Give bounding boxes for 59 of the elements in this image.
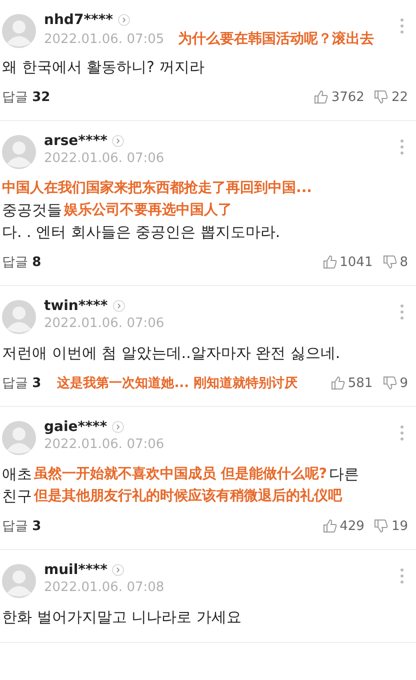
chevron-icon[interactable] — [112, 564, 124, 576]
dislike-button[interactable]: 22 — [374, 90, 408, 104]
thumbs-down-icon — [382, 376, 397, 390]
dislike-button[interactable]: 8 — [382, 254, 408, 270]
comment-text: 다. . 엔터 회사들은 중공인은 뽑지도마라. — [2, 222, 280, 243]
like-button[interactable]: 1041 — [322, 254, 373, 270]
thumbs-up-icon — [322, 519, 337, 533]
translation-note: 这是我第一次知道她... 刚知道就特别讨厌 — [57, 374, 298, 392]
translation-note: 虽然一开始就不喜欢中国成员 但是能做什么呢? — [34, 465, 327, 484]
comment-date: 2022.01.06. 07:08 — [44, 580, 164, 595]
comment-text: 중공것들 — [2, 200, 62, 221]
avatar-icon — [2, 421, 36, 455]
thumbs-up-icon — [314, 90, 328, 104]
more-icon[interactable] — [400, 568, 404, 584]
replies-link[interactable]: 답글 8 — [2, 253, 42, 271]
avatar-icon — [2, 300, 36, 334]
more-icon[interactable] — [400, 139, 404, 155]
thumbs-up-icon — [322, 255, 337, 269]
comment-date: 2022.01.06. 07:06 — [44, 151, 164, 166]
thumbs-down-icon — [382, 255, 397, 269]
avatar-icon — [2, 14, 36, 48]
username[interactable]: muil**** — [44, 562, 108, 578]
like-button[interactable]: 581 — [330, 376, 373, 390]
comment-text: 저런애 이번에 첨 알았는데..알자마자 완전 싫으네. — [2, 343, 340, 364]
comment-text: 왜 한국에서 활동하니? 꺼지라 — [2, 57, 204, 78]
translation-note: 为什么要在韩国活动呢？滚出去 — [178, 30, 374, 48]
comment-text: 친구 — [2, 486, 32, 507]
translation-note: 但是其他朋友行礼的时候应该有稍微退后的礼仪吧 — [34, 486, 342, 506]
like-button[interactable]: 429 — [322, 518, 364, 534]
comment-date: 2022.01.06. 07:06 — [44, 316, 164, 331]
replies-link[interactable]: 답글 3 — [2, 517, 42, 535]
chevron-icon[interactable] — [118, 14, 130, 26]
more-icon[interactable] — [400, 304, 404, 320]
more-icon[interactable] — [400, 425, 404, 441]
comment-date: 2022.01.06. 07:05 — [44, 32, 164, 46]
avatar-icon — [2, 564, 36, 598]
chevron-icon[interactable] — [112, 300, 125, 312]
avatar-icon — [2, 135, 36, 169]
comment-text: 애초 — [2, 464, 32, 485]
thumbs-down-icon — [374, 519, 388, 533]
replies-link[interactable]: 답글 32 — [2, 88, 50, 106]
dislike-button[interactable]: 9 — [382, 376, 408, 390]
username[interactable]: twin**** — [44, 298, 108, 314]
translation-note: 中国人在我们国家来把东西都抢走了再回到中国... — [2, 178, 312, 198]
chevron-icon[interactable] — [112, 135, 124, 147]
more-icon[interactable] — [400, 18, 404, 34]
comment-date: 2022.01.06. 07:06 — [44, 437, 164, 452]
comment-text: 다른 — [329, 464, 359, 485]
comment-text: 한화 벌어가지말고 니나라로 가세요 — [2, 607, 242, 628]
thumbs-down-icon — [374, 90, 388, 104]
thumbs-up-icon — [330, 376, 345, 390]
replies-link[interactable]: 답글 3 — [2, 374, 42, 392]
username[interactable]: nhd7**** — [44, 12, 113, 28]
username[interactable]: gaie**** — [44, 419, 108, 435]
like-button[interactable]: 3762 — [314, 90, 364, 104]
dislike-button[interactable]: 19 — [374, 518, 408, 534]
chevron-icon[interactable] — [112, 421, 124, 433]
translation-note: 娱乐公司不要再选中国人了 — [64, 201, 232, 220]
username[interactable]: arse**** — [44, 133, 108, 149]
